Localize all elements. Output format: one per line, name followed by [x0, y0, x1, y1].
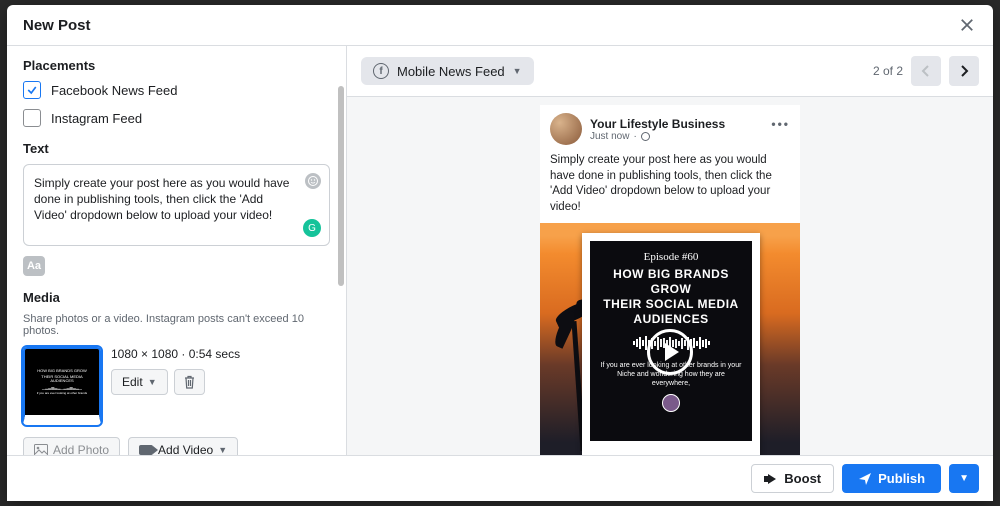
- caret-down-icon: ▼: [148, 377, 157, 387]
- preview-placement-selector[interactable]: f Mobile News Feed ▼: [361, 57, 534, 85]
- media-hint: Share photos or a video. Instagram posts…: [23, 313, 330, 337]
- media-section: Media Share photos or a video. Instagram…: [23, 290, 330, 455]
- post-more-button[interactable]: •••: [771, 117, 790, 131]
- post-preview-card: Your Lifestyle Business Just now· ••• Si…: [540, 105, 800, 455]
- placement-label: Facebook News Feed: [51, 83, 177, 98]
- checkbox-unchecked-icon[interactable]: [23, 109, 41, 127]
- emoji-picker-button[interactable]: [305, 173, 321, 189]
- modal-body: Placements Facebook News Feed Instagram …: [7, 46, 993, 455]
- media-thumbnail[interactable]: HOW BIG BRANDS GROW THEIR SOCIAL MEDIA A…: [23, 347, 101, 425]
- send-icon: [858, 472, 872, 486]
- trash-icon: [183, 375, 196, 389]
- post-video-preview[interactable]: Episode #60 HOW BIG BRANDS GROW THEIR SO…: [540, 223, 800, 455]
- preview-next-button[interactable]: [949, 56, 979, 86]
- page-counter: 2 of 2: [873, 64, 903, 78]
- episode-label: Episode #60: [644, 251, 699, 263]
- text-label: Text: [23, 141, 330, 156]
- text-style-button[interactable]: Aa: [23, 256, 45, 276]
- composer-panel: Placements Facebook News Feed Instagram …: [7, 46, 347, 455]
- caret-down-icon: ▼: [513, 66, 522, 76]
- globe-icon: [641, 132, 650, 141]
- chevron-right-icon: [959, 65, 969, 77]
- play-icon: [665, 343, 679, 361]
- preview-canvas: Your Lifestyle Business Just now· ••• Si…: [347, 97, 993, 455]
- play-button[interactable]: [647, 329, 693, 375]
- video-icon: [139, 445, 153, 455]
- close-button[interactable]: [957, 15, 977, 35]
- post-text-input[interactable]: Simply create your post here as you woul…: [23, 164, 330, 246]
- megaphone-icon: [764, 474, 778, 484]
- boost-button[interactable]: Boost: [751, 464, 834, 493]
- media-dimensions: 1080 × 1080 · 0:54 secs: [111, 347, 240, 361]
- add-photo-button[interactable]: Add Photo: [23, 437, 120, 455]
- post-header: Your Lifestyle Business Just now· •••: [540, 105, 800, 149]
- headline-1: HOW BIG BRANDS GROW: [598, 267, 744, 297]
- smiley-icon: [308, 176, 318, 186]
- media-meta: 1080 × 1080 · 0:54 secs Edit ▼: [111, 347, 240, 395]
- placement-facebook-news-feed[interactable]: Facebook News Feed: [23, 81, 330, 99]
- new-post-modal: New Post Placements Facebook News Feed I…: [7, 5, 993, 501]
- caret-down-icon: ▼: [218, 445, 227, 455]
- media-label: Media: [23, 290, 330, 305]
- photo-icon: [34, 444, 48, 455]
- edit-media-button[interactable]: Edit ▼: [111, 369, 168, 395]
- checkbox-checked-icon[interactable]: [23, 81, 41, 99]
- publish-button[interactable]: Publish: [842, 464, 941, 493]
- preview-panel: f Mobile News Feed ▼ 2 of 2: [347, 46, 993, 455]
- post-text-value: Simply create your post here as you woul…: [34, 175, 299, 224]
- preview-prev-button[interactable]: [911, 56, 941, 86]
- placement-label: Instagram Feed: [51, 111, 142, 126]
- preview-toolbar: f Mobile News Feed ▼ 2 of 2: [347, 46, 993, 97]
- modal-footer: Boost Publish ▼: [7, 455, 993, 501]
- caret-down-icon: ▼: [959, 473, 969, 484]
- publish-dropdown-button[interactable]: ▼: [949, 464, 979, 493]
- close-icon: [960, 18, 974, 32]
- preview-pager: 2 of 2: [873, 56, 979, 86]
- delete-media-button[interactable]: [174, 369, 205, 395]
- chevron-left-icon: [921, 65, 931, 77]
- post-timestamp: Just now·: [590, 131, 725, 142]
- modal-title: New Post: [23, 17, 91, 34]
- headline-2: THEIR SOCIAL MEDIA AUDIENCES: [598, 297, 744, 327]
- placements-label: Placements: [23, 58, 330, 73]
- page-name: Your Lifestyle Business: [590, 117, 725, 131]
- post-body-text: Simply create your post here as you woul…: [540, 149, 800, 223]
- modal-header: New Post: [7, 5, 993, 46]
- grammarly-icon[interactable]: G: [303, 219, 321, 237]
- add-video-button[interactable]: Add Video ▼: [128, 437, 238, 455]
- media-row: HOW BIG BRANDS GROW THEIR SOCIAL MEDIA A…: [23, 347, 330, 425]
- author-avatar-mini: [662, 394, 680, 412]
- page-avatar: [550, 113, 582, 145]
- preview-placement-label: Mobile News Feed: [397, 64, 505, 79]
- text-section: Text Simply create your post here as you…: [23, 141, 330, 276]
- placement-instagram-feed[interactable]: Instagram Feed: [23, 109, 330, 127]
- facebook-icon: f: [373, 63, 389, 79]
